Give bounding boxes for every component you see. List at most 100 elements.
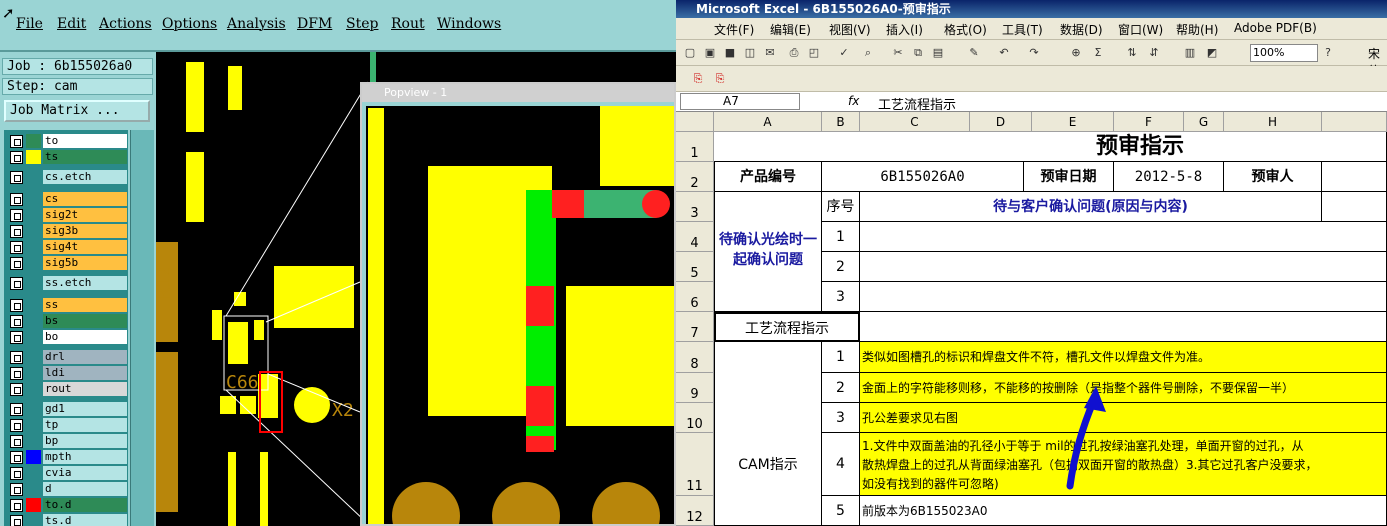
layer-checkbox[interactable] <box>10 419 23 432</box>
layer-color-swatch[interactable] <box>26 240 41 254</box>
undo-icon[interactable]: ↶ <box>996 45 1012 61</box>
row-header-10[interactable]: 10 <box>676 403 714 433</box>
instr-no-5[interactable]: 5 <box>822 496 860 526</box>
layer-name[interactable]: cs.etch <box>43 170 127 184</box>
permission-icon[interactable]: ◫ <box>742 45 758 61</box>
menu-actions[interactable]: Actions <box>99 16 152 32</box>
layer-checkbox[interactable] <box>10 467 23 480</box>
instr-no-1[interactable]: 1 <box>822 342 860 373</box>
layer-color-swatch[interactable] <box>26 498 41 512</box>
review-date-value[interactable]: 2012-5-8 <box>1114 162 1224 192</box>
menu-file-cn[interactable]: 文件(F) <box>714 21 754 38</box>
layer-name[interactable]: sig3b <box>43 224 127 238</box>
save-icon[interactable]: ■ <box>722 45 738 61</box>
menu-adobe-pdf[interactable]: Adobe PDF(B) <box>1234 21 1317 35</box>
layer-row[interactable]: rout <box>8 382 128 396</box>
layer-checkbox[interactable] <box>10 483 23 496</box>
layer-name[interactable]: sig5b <box>43 256 127 270</box>
layer-color-swatch[interactable] <box>26 150 41 164</box>
layer-row[interactable]: ts.d <box>8 514 128 526</box>
col-header-d[interactable]: D <box>970 112 1032 132</box>
worksheet-grid[interactable]: A B C D E F G H 1 2 3 4 5 6 7 8 9 10 11 … <box>676 112 1387 526</box>
seq-label[interactable]: 序号 <box>822 192 860 222</box>
row-header-4[interactable]: 4 <box>676 222 714 252</box>
layer-row[interactable]: to.d <box>8 498 128 512</box>
row-header-5[interactable]: 5 <box>676 252 714 282</box>
layer-row[interactable]: d <box>8 482 128 496</box>
layer-checkbox[interactable] <box>10 367 23 380</box>
layer-row[interactable]: drl <box>8 350 128 364</box>
layer-color-swatch[interactable] <box>26 330 41 344</box>
layer-name[interactable]: sig2t <box>43 208 127 222</box>
instr-text-4[interactable]: 1.文件中双面盖油的孔径小于等于 mil的过孔按绿油塞孔处理，单面开窗的过孔，从… <box>860 433 1387 496</box>
process-flow-label[interactable]: 工艺流程指示 <box>714 312 860 342</box>
layer-name[interactable]: drl <box>43 350 127 364</box>
layer-color-swatch[interactable] <box>26 298 41 312</box>
menu-format-cn[interactable]: 格式(O) <box>944 21 987 38</box>
layer-color-swatch[interactable] <box>26 276 41 290</box>
drawing-icon[interactable]: ◩ <box>1204 45 1220 61</box>
layer-name[interactable]: tp <box>43 418 127 432</box>
layer-name[interactable]: sig4t <box>43 240 127 254</box>
col-header-i[interactable] <box>1322 112 1387 132</box>
pdf-email-icon[interactable]: ⎘ <box>712 71 728 87</box>
row-header-3[interactable]: 3 <box>676 192 714 222</box>
layer-checkbox[interactable] <box>10 171 23 184</box>
row-header-8[interactable]: 8 <box>676 342 714 373</box>
row-header-9[interactable]: 9 <box>676 373 714 403</box>
menu-edit-cn[interactable]: 编辑(E) <box>770 21 811 38</box>
instr-no-4[interactable]: 4 <box>822 433 860 496</box>
col-header-a[interactable]: A <box>714 112 822 132</box>
layer-color-swatch[interactable] <box>26 208 41 222</box>
layer-checkbox[interactable] <box>10 499 23 512</box>
open-icon[interactable]: ▣ <box>702 45 718 61</box>
instr-text-1[interactable]: 类似如图槽孔的标识和焊盘文件不符，槽孔文件以焊盘文件为准。 <box>860 342 1387 373</box>
layer-row[interactable]: ts <box>8 150 128 164</box>
layer-color-swatch[interactable] <box>26 418 41 432</box>
layer-checkbox[interactable] <box>10 383 23 396</box>
sort-desc-icon[interactable]: ⇵ <box>1146 45 1162 61</box>
email-icon[interactable]: ✉ <box>762 45 778 61</box>
format-painter-icon[interactable]: ✎ <box>966 45 982 61</box>
layer-name[interactable]: ss.etch <box>43 276 127 290</box>
seq-3[interactable]: 3 <box>822 282 860 312</box>
menu-options[interactable]: Options <box>162 16 217 32</box>
menu-file[interactable]: File <box>16 16 43 32</box>
layer-checkbox[interactable] <box>10 209 23 222</box>
layer-checkbox[interactable] <box>10 299 23 312</box>
menu-insert-cn[interactable]: 插入(I) <box>886 21 923 38</box>
layer-checkbox[interactable] <box>10 331 23 344</box>
menu-analysis[interactable]: Analysis <box>227 16 286 32</box>
reviewer-label[interactable]: 预审人 <box>1224 162 1322 192</box>
reviewer-value[interactable] <box>1322 162 1387 192</box>
confirm-row-1[interactable] <box>860 222 1387 252</box>
new-icon[interactable]: ▢ <box>682 45 698 61</box>
col-header-c[interactable]: C <box>860 112 970 132</box>
row-header-1[interactable]: 1 <box>676 132 714 162</box>
layer-color-swatch[interactable] <box>26 366 41 380</box>
layer-row[interactable]: mpth <box>8 450 128 464</box>
layer-name[interactable]: cs <box>43 192 127 206</box>
layer-name[interactable]: to.d <box>43 498 127 512</box>
layer-color-swatch[interactable] <box>26 434 41 448</box>
row-header-2[interactable]: 2 <box>676 162 714 192</box>
process-flow-value[interactable] <box>860 312 1387 342</box>
autosum-icon[interactable]: Σ <box>1090 45 1106 61</box>
menu-tools-cn[interactable]: 工具(T) <box>1002 21 1043 38</box>
menu-view-cn[interactable]: 视图(V) <box>829 21 871 38</box>
layer-name[interactable]: ts <box>43 150 127 164</box>
row-header-6[interactable]: 6 <box>676 282 714 312</box>
layer-row[interactable]: ss <box>8 298 128 312</box>
col-header-f[interactable]: F <box>1114 112 1184 132</box>
menu-rout[interactable]: Rout <box>391 16 425 32</box>
layer-name[interactable]: gd1 <box>43 402 127 416</box>
layer-checkbox[interactable] <box>10 315 23 328</box>
layer-row[interactable]: cvia <box>8 466 128 480</box>
layer-checkbox[interactable] <box>10 151 23 164</box>
seq-1[interactable]: 1 <box>822 222 860 252</box>
col-header-b[interactable]: B <box>822 112 860 132</box>
layer-scrollbar[interactable] <box>130 130 154 526</box>
instr-no-3[interactable]: 3 <box>822 403 860 433</box>
col-header-h[interactable]: H <box>1224 112 1322 132</box>
layer-color-swatch[interactable] <box>26 482 41 496</box>
